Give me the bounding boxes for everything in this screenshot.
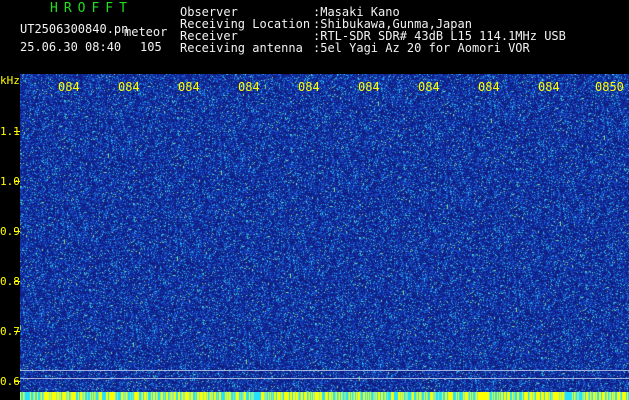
time-tick: 084 bbox=[418, 80, 440, 94]
marker-line bbox=[20, 370, 629, 371]
antenna-value: :5el Yagi Az 20 for Aomori VOR bbox=[313, 41, 530, 55]
meteor-label: meteor bbox=[124, 25, 168, 39]
time-tick: 084 bbox=[298, 80, 320, 94]
time-tick: 084 bbox=[478, 80, 500, 94]
time-ticks: 084 084 084 084 084 084 084 084 084 0850 bbox=[0, 74, 629, 96]
time-tick: 0850 bbox=[595, 80, 624, 94]
time-tick: 084 bbox=[358, 80, 380, 94]
waterfall-canvas bbox=[20, 74, 629, 400]
antenna-label: Receiving antenna bbox=[180, 41, 303, 55]
brand-title: HROFFT bbox=[50, 1, 133, 16]
datetime-label: 25.06.30 08:40 bbox=[20, 40, 122, 54]
time-tick: 084 bbox=[178, 80, 200, 94]
header-panel: HROFFT UT2506300840.pn meteor 25.06.30 0… bbox=[0, 0, 629, 74]
time-tick: 084 bbox=[238, 80, 260, 94]
time-tick: 084 bbox=[58, 80, 80, 94]
waterfall-plot bbox=[20, 74, 629, 400]
time-tick: 084 bbox=[538, 80, 560, 94]
time-tick: 084 bbox=[118, 80, 140, 94]
signal-strip bbox=[20, 392, 629, 400]
filename-label: UT2506300840.pn bbox=[20, 22, 129, 36]
count-label: 105 bbox=[140, 40, 162, 54]
marker-line bbox=[20, 378, 629, 379]
